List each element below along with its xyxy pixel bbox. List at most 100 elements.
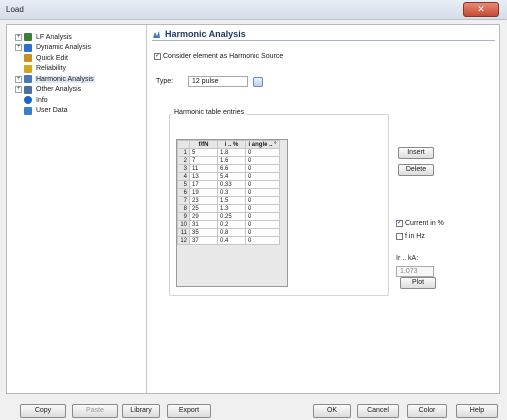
table-cell[interactable]: 0.2: [217, 220, 246, 229]
table-cell[interactable]: 7: [189, 156, 218, 165]
header-divider: [152, 40, 495, 41]
type-select-button[interactable]: [253, 76, 263, 87]
column-header[interactable]: i angle .. °: [245, 140, 280, 149]
table-cell[interactable]: 25: [189, 204, 218, 213]
table-cell[interactable]: 5.4: [217, 172, 246, 181]
table-row[interactable]: 7 23 1.5 0: [177, 196, 280, 205]
table-row[interactable]: 8 25 1.3 0: [177, 204, 280, 213]
column-header[interactable]: f/fN: [189, 140, 218, 149]
page-title: Harmonic Analysis: [165, 29, 246, 39]
consider-checkbox[interactable]: ✓: [154, 53, 161, 60]
harmonic-analysis-icon: [152, 30, 161, 39]
table-row[interactable]: 9 29 0.25 0: [177, 212, 280, 221]
table-cell[interactable]: 0: [245, 156, 280, 165]
delete-button[interactable]: Delete: [398, 164, 434, 176]
tree-item-label: Other Analysis: [36, 86, 82, 93]
table-cell[interactable]: 0: [245, 204, 280, 213]
table-cell[interactable]: 11: [189, 164, 218, 173]
row-index-cell: 5: [177, 180, 190, 189]
row-index-cell: 12: [177, 236, 190, 245]
current-checkbox[interactable]: ✓: [396, 220, 403, 227]
tree-item[interactable]: Info: [15, 95, 49, 105]
table-row[interactable]: 12 37 0.4 0: [177, 236, 280, 245]
table-cell[interactable]: 13: [189, 172, 218, 181]
table-cell[interactable]: 0: [245, 236, 280, 245]
row-index-cell: 11: [177, 228, 190, 237]
paste-button[interactable]: Paste: [72, 404, 118, 418]
row-index-cell: 6: [177, 188, 190, 197]
ir-row: 1.073: [396, 266, 434, 277]
table-cell[interactable]: 0.25: [217, 212, 246, 221]
expand-icon: [15, 55, 22, 62]
column-header[interactable]: i .. %: [217, 140, 246, 149]
other-analysis-icon: [24, 85, 32, 94]
table-cell[interactable]: 0: [245, 164, 280, 173]
table-row[interactable]: 5 17 0.33 0: [177, 180, 280, 189]
expand-icon: [15, 65, 22, 72]
tree-item-label: LF Analysis: [36, 33, 72, 41]
close-button[interactable]: ✕: [463, 2, 499, 17]
table-cell[interactable]: 37: [189, 236, 218, 245]
library-button[interactable]: Library: [122, 404, 160, 418]
export-button[interactable]: Export: [167, 404, 211, 418]
tree-item[interactable]: + Dynamic Analysis: [15, 43, 92, 53]
table-row[interactable]: 11 35 0.8 0: [177, 228, 280, 237]
table-row[interactable]: 3 11 6.6 0: [177, 164, 280, 173]
ok-button[interactable]: OK: [313, 404, 351, 418]
table-cell[interactable]: 1.5: [217, 196, 246, 205]
ir-field[interactable]: 1.073: [396, 266, 434, 277]
table-cell[interactable]: 0.4: [217, 236, 246, 245]
help-button[interactable]: Help: [456, 404, 498, 418]
table-cell[interactable]: 1.3: [217, 204, 246, 213]
table-cell[interactable]: 31: [189, 220, 218, 229]
table-row[interactable]: 10 31 0.2 0: [177, 220, 280, 229]
table-cell[interactable]: 0: [245, 228, 280, 237]
tree-item[interactable]: + Other Analysis: [15, 85, 82, 95]
tree-item[interactable]: Reliability: [15, 64, 67, 74]
table-row[interactable]: 6 19 0.3 0: [177, 188, 280, 197]
table-cell[interactable]: 1.8: [217, 148, 246, 157]
table-cell[interactable]: 5: [189, 148, 218, 157]
tree-item[interactable]: User Data: [15, 106, 69, 116]
table-cell[interactable]: 0: [245, 188, 280, 197]
table-cell[interactable]: 29: [189, 212, 218, 221]
type-field[interactable]: 12 pulse: [188, 76, 248, 87]
table-cell[interactable]: 0: [245, 172, 280, 181]
quick-edit-icon: [24, 54, 32, 62]
insert-button[interactable]: Insert: [398, 147, 434, 159]
table-cell[interactable]: 0.3: [217, 188, 246, 197]
table-cell[interactable]: 0: [245, 212, 280, 221]
expand-icon[interactable]: +: [15, 86, 22, 93]
tree-item[interactable]: + LF Analysis: [15, 32, 73, 42]
tree-item[interactable]: + Harmonic Analysis: [15, 74, 95, 84]
table-cell[interactable]: 0: [245, 220, 280, 229]
cancel-button[interactable]: Cancel: [357, 404, 399, 418]
table-cell[interactable]: 0: [245, 148, 280, 157]
tree-item[interactable]: Quick Edit: [15, 53, 69, 63]
color-button[interactable]: Color: [407, 404, 447, 418]
table-cell[interactable]: 0: [245, 196, 280, 205]
close-icon: ✕: [477, 4, 485, 14]
table-cell[interactable]: 35: [189, 228, 218, 237]
table-cell[interactable]: 0.8: [217, 228, 246, 237]
table-cell[interactable]: 1.6: [217, 156, 246, 165]
table-row[interactable]: 1 5 1.8 0: [177, 148, 280, 157]
current-row: ✓ Current in %: [396, 220, 444, 227]
tree-item-label: Dynamic Analysis: [36, 44, 91, 51]
expand-icon[interactable]: +: [15, 33, 22, 41]
copy-button[interactable]: Copy: [20, 404, 66, 418]
table-cell[interactable]: 23: [189, 196, 218, 205]
table-row[interactable]: 4 13 5.4 0: [177, 172, 280, 181]
fhz-row: f in Hz: [396, 233, 425, 240]
expand-icon[interactable]: +: [15, 44, 22, 51]
table-cell[interactable]: 19: [189, 188, 218, 197]
fhz-checkbox[interactable]: [396, 233, 403, 240]
table-cell[interactable]: 0: [245, 180, 280, 189]
table-cell[interactable]: 17: [189, 180, 218, 189]
row-index-cell: 4: [177, 172, 190, 181]
table-cell[interactable]: 0.33: [217, 180, 246, 189]
expand-icon[interactable]: +: [15, 75, 22, 83]
plot-button[interactable]: Plot: [400, 277, 436, 289]
table-cell[interactable]: 6.6: [217, 164, 246, 173]
table-row[interactable]: 2 7 1.6 0: [177, 156, 280, 165]
